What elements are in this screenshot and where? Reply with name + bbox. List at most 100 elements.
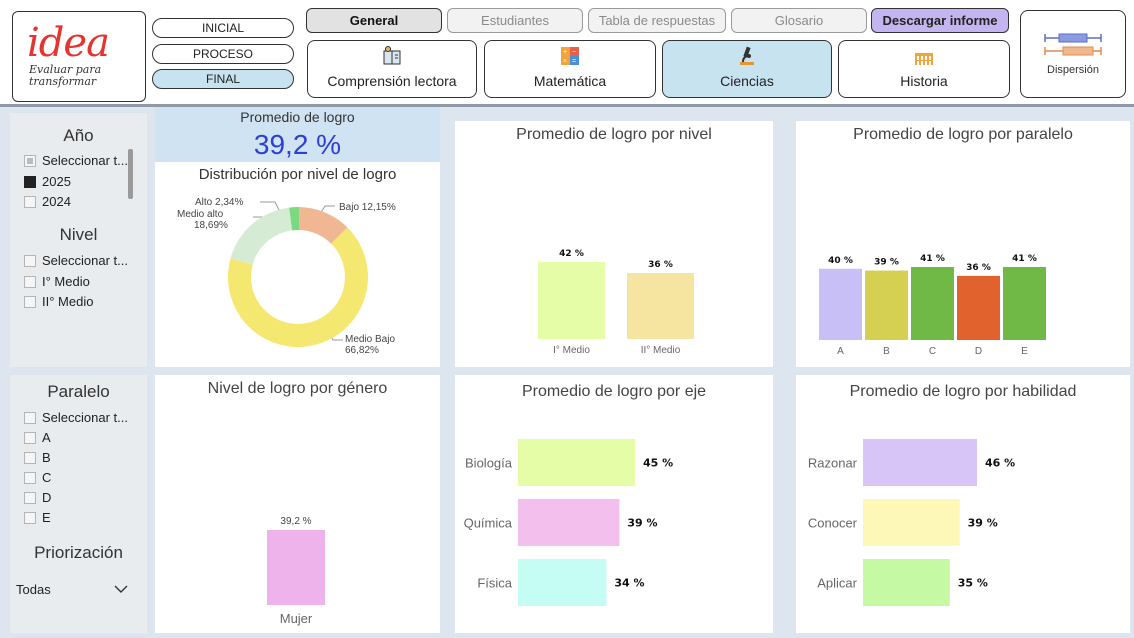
hbar-chart-eje: Biología 45 % Química 39 % Física 34 % (464, 439, 673, 606)
category-label: Aplicar (817, 576, 857, 591)
checkbox[interactable] (24, 491, 36, 504)
chart-card-habilidad: Promedio de logro por habilidad Razonar 4… (796, 375, 1130, 633)
hbar-chart-habilidad: Razonar 46 % Conocer 39 % Aplicar 35 % (808, 439, 1015, 606)
kpi-promedio-logro: Promedio de logro 39,2 % (155, 107, 440, 162)
calculator-icon: + − × = (561, 47, 579, 65)
priorizacion-value: Todas (16, 581, 51, 597)
logo: idea Evaluar para transformar (12, 11, 146, 102)
subject-matematica[interactable]: + − × = Matemática (484, 40, 656, 98)
download-report-button[interactable]: Descargar informe (871, 8, 1009, 33)
checkbox[interactable] (24, 411, 36, 424)
filter-option-i-medio[interactable]: I° Medio (24, 274, 90, 289)
checkbox[interactable] (24, 254, 36, 267)
donut-label-alto: Alto 2,34% (195, 197, 243, 208)
subject-historia[interactable]: Historia (838, 40, 1010, 98)
bar[interactable] (957, 275, 1000, 340)
checkbox[interactable] (24, 154, 36, 167)
data-label: 39,2 % (280, 516, 311, 527)
bar[interactable] (863, 499, 960, 546)
bar[interactable] (1003, 267, 1046, 340)
filter-option-ii-medio[interactable]: II° Medio (24, 294, 93, 309)
filter-title-paralelo: Paralelo (47, 382, 110, 401)
bar-chart-paralelo: 40 % A 39 % B 41 % C 36 % D 41 % E (819, 254, 1046, 357)
bar[interactable] (267, 530, 325, 605)
priorizacion-select[interactable]: Todas (16, 577, 132, 601)
chart-card-nivel: Promedio de logro por nivel 42 % I° Medio… (455, 121, 773, 367)
tab-tabla-respuestas[interactable]: Tabla de respuestas (588, 8, 726, 33)
bar[interactable] (863, 559, 950, 606)
svg-text:+: + (563, 49, 567, 56)
checkbox[interactable] (24, 451, 36, 464)
data-label: 39 % (968, 517, 998, 530)
chart-card-genero: Nivel de logro por género 39,2 % Mujer (155, 375, 440, 633)
logo-word: idea (27, 20, 110, 66)
filter-title-anio: Año (63, 126, 94, 145)
subject-ciencias[interactable]: Ciencias (662, 40, 832, 98)
category-label: Razonar (808, 456, 858, 471)
filter-option-anio-all[interactable]: Seleccionar t... (24, 153, 128, 168)
tab-glosario[interactable]: Glosario (731, 8, 867, 33)
category-label: C (929, 346, 936, 357)
subject-label: Comprensión lectora (327, 73, 457, 89)
bar[interactable] (865, 270, 908, 340)
data-label: 39 % (627, 517, 657, 530)
bar[interactable] (863, 439, 977, 486)
filter-option-a[interactable]: A (24, 430, 51, 445)
bar[interactable] (627, 273, 694, 339)
colosseum-icon (915, 53, 933, 65)
chart-card-paralelo: Promedio de logro por paralelo 40 % A 39 %… (796, 121, 1130, 367)
donut-label-bajo: Bajo 12,15% (339, 202, 396, 213)
checkbox[interactable] (24, 175, 36, 188)
category-label: Física (477, 576, 512, 591)
filter-option-b[interactable]: B (24, 450, 51, 465)
checkbox[interactable] (24, 431, 36, 444)
checkbox[interactable] (24, 511, 36, 524)
bar[interactable] (518, 439, 635, 486)
filter-option-2025[interactable]: 2025 (24, 174, 71, 189)
stage-inicial-button[interactable]: INICIAL (152, 18, 294, 38)
category-label: E (1021, 346, 1028, 357)
svg-text:×: × (563, 58, 567, 65)
tab-general[interactable]: General (306, 8, 442, 33)
stage-proceso-button[interactable]: PROCESO (152, 44, 294, 64)
checkbox[interactable] (24, 471, 36, 484)
checkbox[interactable] (24, 295, 36, 308)
filter-option-c[interactable]: C (24, 470, 51, 485)
boxplot-icon (1044, 33, 1102, 56)
svg-text:−: − (572, 49, 576, 56)
filter-option-2024[interactable]: 2024 (24, 194, 71, 209)
filter-option-paralelo-all[interactable]: Seleccionar t... (24, 410, 128, 425)
category-label: D (975, 346, 982, 357)
subject-label: Ciencias (720, 73, 774, 89)
donut-label-medio-bajo-value: 66,82% (345, 345, 379, 356)
filter-option-e[interactable]: E (24, 510, 51, 525)
checkbox[interactable] (24, 275, 36, 288)
category-label: B (883, 346, 890, 357)
donut-slice-medio-alto[interactable] (230, 207, 293, 265)
donut-label-medio-bajo-name: Medio Bajo (345, 334, 395, 345)
checkbox[interactable] (24, 195, 36, 208)
data-label: 36 % (966, 263, 991, 273)
subject-label: Historia (900, 73, 948, 89)
bar[interactable] (518, 499, 620, 546)
category-label: I° Medio (553, 345, 590, 356)
tab-estudiantes[interactable]: Estudiantes (447, 8, 583, 33)
data-label: 39 % (874, 258, 899, 268)
dispersion-label: Dispersión (1047, 64, 1099, 76)
bar[interactable] (538, 262, 605, 339)
data-label: 41 % (920, 254, 945, 264)
bar[interactable] (819, 268, 862, 340)
dispersion-button[interactable]: Dispersión (1020, 10, 1126, 98)
bar[interactable] (911, 267, 954, 340)
stage-final-button[interactable]: FINAL (152, 69, 294, 89)
bar[interactable] (518, 559, 607, 606)
subject-label: Matemática (533, 73, 607, 89)
donut-card: Distribución por nivel de logro Alto 2,3… (155, 162, 440, 367)
kpi-label: Promedio de logro (240, 109, 355, 125)
subject-comprension-lectora[interactable]: Comprensión lectora (307, 40, 477, 98)
filter-option-d[interactable]: D (24, 490, 51, 505)
scrollbar-thumb[interactable] (128, 149, 133, 199)
chevron-down-icon (114, 585, 128, 593)
filter-panel-top: Año Seleccionar t... 2025 2024 Nivel Sel… (10, 113, 147, 367)
filter-option-nivel-all[interactable]: Seleccionar t... (24, 253, 128, 268)
